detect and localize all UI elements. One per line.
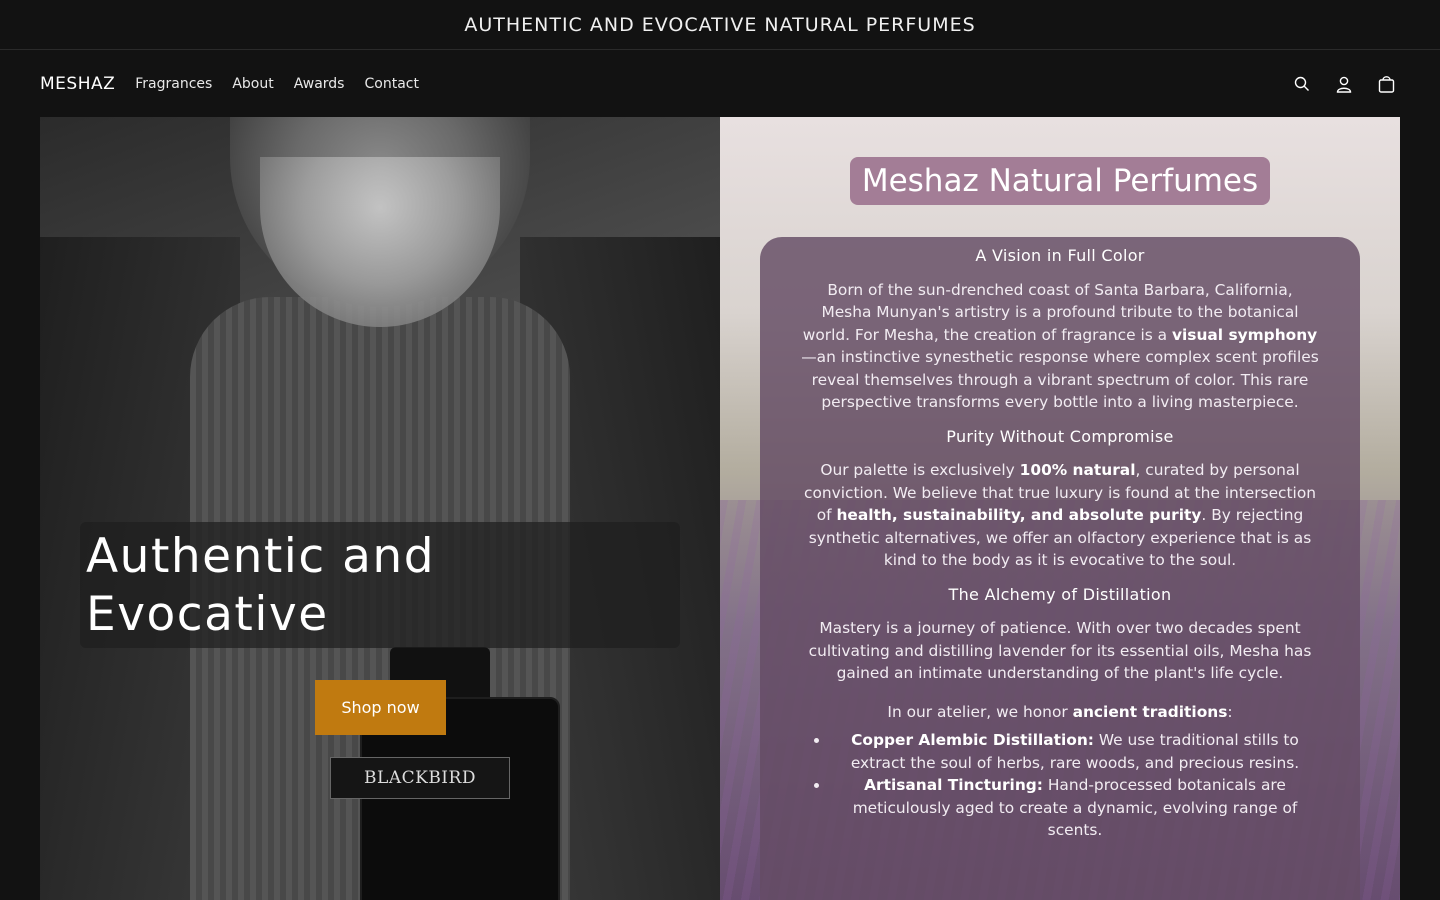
hero-title: Authentic and Evocative bbox=[86, 528, 680, 644]
list-item: Artisanal Tincturing: Hand-processed bot… bbox=[830, 774, 1320, 842]
logo[interactable]: MESHAZ bbox=[40, 74, 115, 94]
panel-title: Meshaz Natural Perfumes bbox=[850, 157, 1270, 205]
nav-awards[interactable]: Awards bbox=[294, 76, 345, 92]
site-header: MESHAZ Fragrances About Awards Contact bbox=[0, 51, 1440, 117]
nav-fragrances[interactable]: Fragrances bbox=[135, 76, 212, 92]
main-nav: Fragrances About Awards Contact bbox=[135, 76, 419, 92]
section-heading-purity: Purity Without Compromise bbox=[946, 426, 1174, 446]
nav-about[interactable]: About bbox=[232, 76, 273, 92]
search-icon[interactable] bbox=[1292, 74, 1312, 94]
atelier-paragraph: In our atelier, we honor ancient traditi… bbox=[887, 702, 1233, 721]
bottle-label: BLACKBIRD bbox=[330, 757, 510, 799]
list-item: Copper Alembic Distillation: We use trad… bbox=[830, 729, 1320, 774]
hero-text-box: Authentic and Evocative bbox=[80, 522, 680, 648]
hero-title-line2: Evocative bbox=[86, 587, 329, 642]
vision-paragraph: Born of the sun-drenched coast of Santa … bbox=[801, 280, 1319, 412]
purity-paragraph: Our palette is exclusively 100% natural,… bbox=[804, 461, 1316, 569]
alchemy-paragraph: Mastery is a journey of patience. With o… bbox=[808, 619, 1312, 682]
announcement-bar: AUTHENTIC AND EVOCATIVE NATURAL PERFUMES bbox=[0, 0, 1440, 50]
section-heading-vision: A Vision in Full Color bbox=[975, 246, 1145, 265]
section-heading-alchemy: The Alchemy of Distillation bbox=[948, 584, 1172, 604]
about-panel: Meshaz Natural Perfumes A Vision in Full… bbox=[720, 117, 1400, 900]
cart-icon[interactable] bbox=[1376, 74, 1396, 94]
announcement-text: AUTHENTIC AND EVOCATIVE NATURAL PERFUMES bbox=[464, 13, 976, 36]
about-card: A Vision in Full Color Born of the sun-d… bbox=[760, 237, 1360, 900]
nav-contact[interactable]: Contact bbox=[364, 76, 418, 92]
header-icons bbox=[1292, 74, 1400, 94]
hero-title-line1: Authentic and bbox=[86, 529, 436, 584]
techniques-list: Copper Alembic Distillation: We use trad… bbox=[800, 729, 1320, 842]
shop-now-button[interactable]: Shop now bbox=[315, 680, 446, 735]
account-icon[interactable] bbox=[1334, 74, 1354, 94]
